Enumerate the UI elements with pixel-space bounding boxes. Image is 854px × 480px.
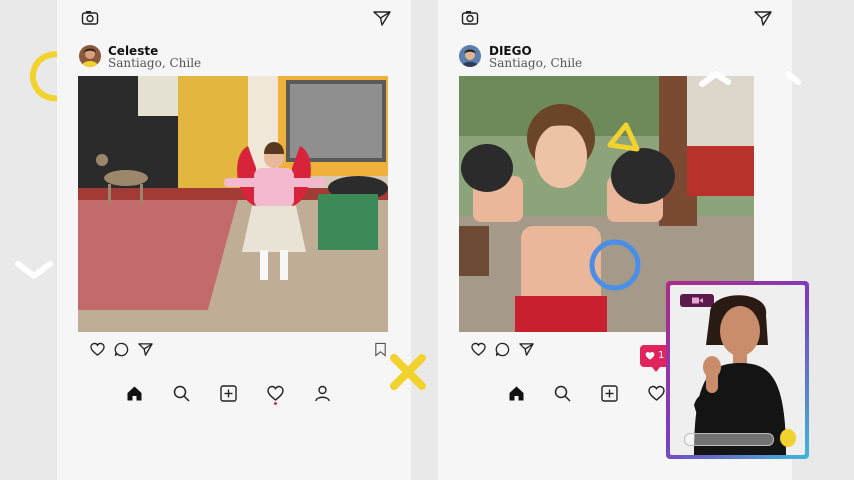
camera-icon[interactable] [81, 10, 99, 26]
like-heart-icon[interactable] [471, 342, 486, 357]
avatar[interactable] [459, 45, 481, 67]
home-icon[interactable] [508, 385, 525, 402]
search-icon[interactable] [554, 385, 571, 402]
yellow-cross-shape [390, 354, 426, 390]
heart-filled-icon [645, 351, 655, 360]
share-plane-icon[interactable] [138, 342, 153, 357]
yellow-triangle-shape [607, 122, 640, 152]
post-panel-celeste: Celeste Santiago, Chile [57, 0, 411, 480]
activity-heart-icon[interactable] [648, 385, 665, 402]
home-icon[interactable] [126, 385, 143, 402]
comment-bubble-icon[interactable] [114, 342, 129, 357]
activity-heart-icon[interactable] [267, 385, 284, 402]
comment-bubble-icon[interactable] [495, 342, 510, 357]
like-heart-icon[interactable] [90, 342, 105, 357]
white-chevron-shape [699, 71, 801, 87]
post-photo [78, 76, 388, 332]
search-icon[interactable] [173, 385, 190, 402]
notification-count: 1 [658, 350, 665, 361]
plus-square-icon[interactable] [601, 385, 618, 402]
post-location[interactable]: Santiago, Chile [108, 56, 201, 70]
user-icon[interactable] [314, 385, 331, 402]
paper-plane-icon[interactable] [373, 10, 391, 26]
blue-ring-shape [589, 239, 641, 291]
interpreter-video [670, 285, 805, 455]
plus-square-icon[interactable] [220, 385, 237, 402]
interpreter-logo [780, 429, 796, 447]
activity-dot [274, 402, 277, 405]
share-plane-icon[interactable] [519, 342, 534, 357]
bottom-caption-bar [684, 433, 774, 446]
camera-icon[interactable] [461, 10, 479, 26]
sign-language-interpreter-window [666, 281, 809, 459]
avatar[interactable] [79, 45, 101, 67]
post-location[interactable]: Santiago, Chile [489, 56, 582, 70]
paper-plane-icon[interactable] [754, 10, 772, 26]
